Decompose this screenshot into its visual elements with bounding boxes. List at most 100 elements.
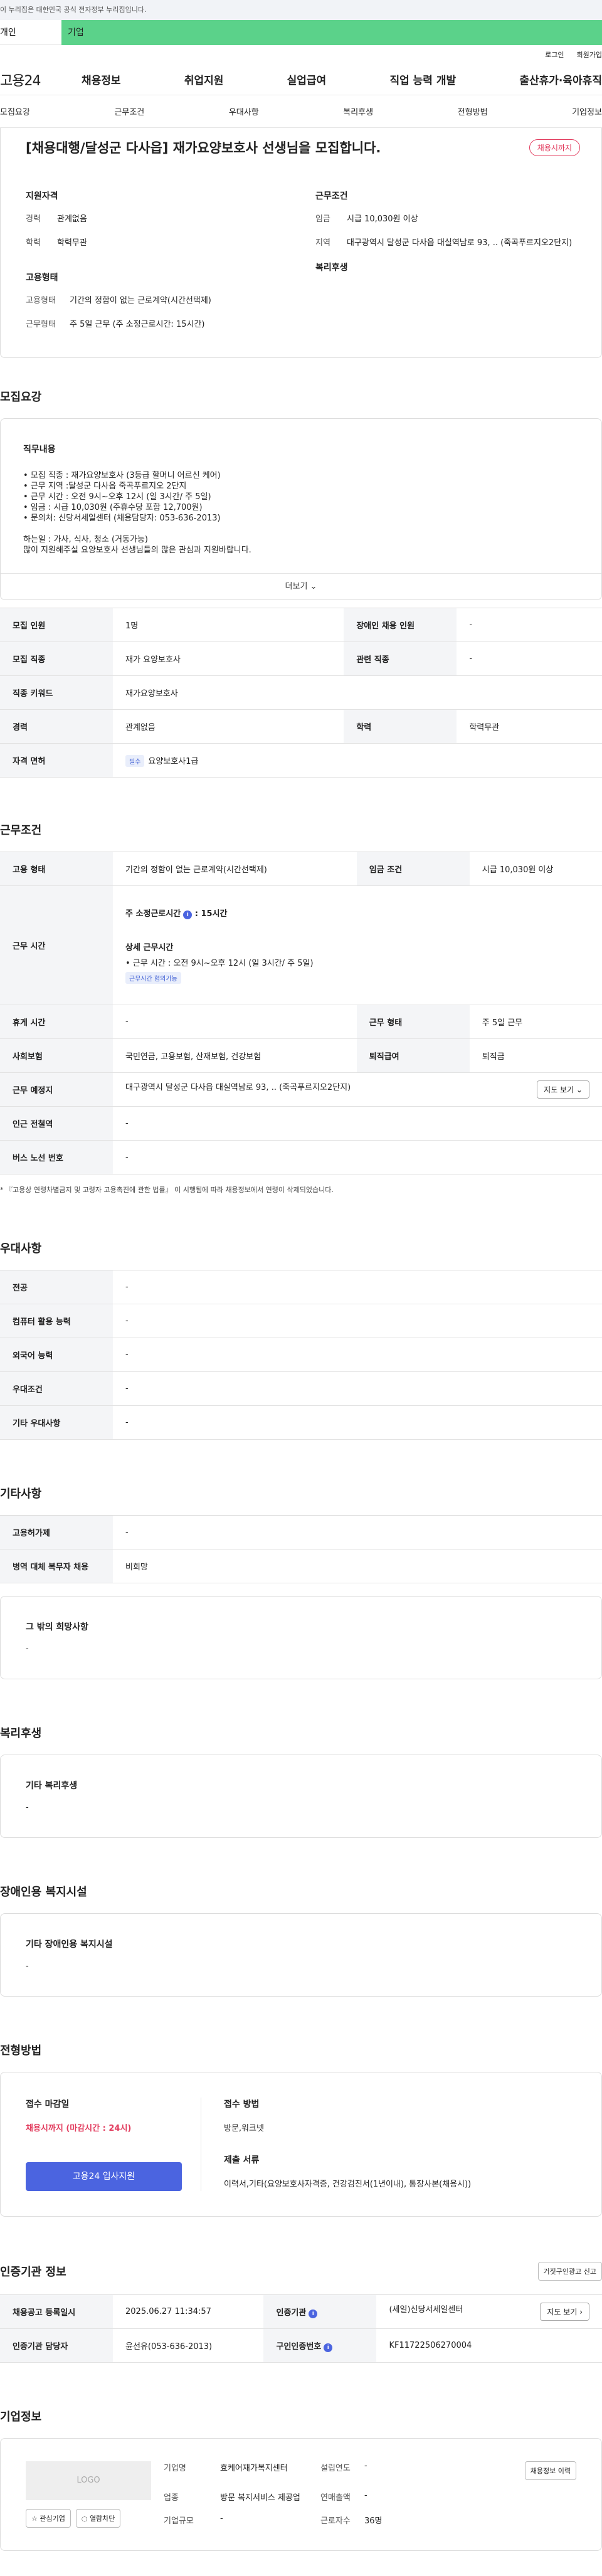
apply-button[interactable]: 고용24 입사지원 bbox=[26, 2162, 182, 2191]
info-icon[interactable]: i bbox=[183, 911, 193, 919]
staff-label: 근로자수 bbox=[320, 2516, 351, 2526]
emptype-label: 고용형태 bbox=[26, 296, 56, 305]
other-heading: 기타사항 bbox=[0, 1487, 42, 1501]
process-heading: 전형방법 bbox=[0, 2044, 42, 2057]
menu-vocational-training[interactable]: 직업 능력 개발 bbox=[389, 71, 456, 87]
duty-line: • 근무 시간 : 오전 9시~오후 12시 (일 3시간/ 주 5일) bbox=[23, 492, 211, 502]
license-value: 요양보호사1급 bbox=[148, 756, 199, 766]
tab-personal[interactable]: 개인 bbox=[0, 20, 61, 45]
info-icon[interactable]: i bbox=[309, 2309, 318, 2318]
table-row: 휴게 시간 - 근무 형태 주 5일 근무 bbox=[0, 1005, 602, 1039]
cell-value: 국민연금, 고용보험, 산재보험, 건강보험 bbox=[113, 1038, 357, 1073]
menu-parental-leave[interactable]: 출산휴가·육아휴직 bbox=[519, 71, 602, 87]
history-button[interactable]: 채용정보 이력 bbox=[524, 2461, 576, 2480]
cell-label: 인근 전철역 bbox=[0, 1106, 113, 1141]
table-row: 근무 예정지 대구광역시 달성군 다사읍 대실역남로 93, .. (죽곡푸르지오… bbox=[0, 1072, 602, 1107]
map-button[interactable]: 지도 보기 ⌄ bbox=[537, 1080, 589, 1099]
cell-value: 재가 요양보호사 bbox=[113, 641, 344, 676]
block-company-button[interactable]: ◌ 열람차단 bbox=[75, 2509, 121, 2528]
cell-value: - bbox=[113, 1338, 602, 1372]
founded-label: 설립연도 bbox=[320, 2464, 351, 2473]
cell-value: KF11722506270004 bbox=[376, 2328, 602, 2363]
cell-label: 임금 조건 bbox=[356, 852, 470, 886]
disabled-box-heading: 기타 장애인용 복지시설 bbox=[26, 1940, 113, 1950]
staff-value: 36명 bbox=[364, 2516, 383, 2526]
wish-heading: 그 밖의 희망사항 bbox=[26, 1622, 88, 1632]
duty-line: 하는일 : 가사, 식사, 청소 (거동가능) bbox=[23, 535, 148, 544]
site-logo[interactable]: 고용24 bbox=[0, 70, 82, 90]
subnav-welfare[interactable]: 복리후생 bbox=[343, 105, 373, 117]
hours-main: 주 소정근로시간 i : 15시간 bbox=[125, 907, 602, 919]
cell-label: 직종 키워드 bbox=[0, 675, 113, 710]
subnav-prefer[interactable]: 우대사항 bbox=[229, 105, 259, 117]
table-row: 자격 면허 필수 요양보호사1급 bbox=[0, 743, 602, 778]
method-heading: 접수 방법 bbox=[224, 2099, 260, 2109]
job-title: [채용대행/달성군 다사읍] 재가요양보호사 선생님을 모집합니다. bbox=[26, 140, 381, 156]
tab-business[interactable]: 기업 bbox=[61, 20, 602, 45]
founded-value: - bbox=[364, 2461, 367, 2471]
org-value: (세일)신당서세일센터 bbox=[389, 2305, 463, 2315]
cell-value: - bbox=[113, 1515, 602, 1549]
subnav-company[interactable]: 기업정보 bbox=[572, 105, 602, 117]
wage-value: 시급 10,030원 이상 bbox=[347, 214, 418, 224]
hours-main-value: : 15시간 bbox=[194, 909, 228, 919]
company-name-label: 기업명 bbox=[164, 2464, 186, 2473]
table-row: 병역 대체 복무자 채용 비희망 bbox=[0, 1549, 602, 1583]
duty-line: • 문의처: 신당서세일센터 (채용담당자: 053-636-2013) bbox=[23, 514, 221, 523]
subnav-process[interactable]: 전형방법 bbox=[458, 105, 488, 117]
info-icon[interactable]: i bbox=[324, 2343, 333, 2352]
welfare-box-heading: 기타 복리후생 bbox=[26, 1781, 78, 1791]
report-button[interactable]: 거짓구인광고 신고 bbox=[537, 2262, 602, 2281]
top-tabs: 개인 기업 bbox=[0, 20, 602, 45]
cell-label: 근무 형태 bbox=[356, 1005, 470, 1039]
cell-value: - bbox=[457, 608, 602, 642]
table-row: 고용허가제 - bbox=[0, 1515, 602, 1549]
cell-label: 버스 노선 번호 bbox=[0, 1140, 113, 1175]
table-row: 버스 노선 번호 - bbox=[0, 1140, 602, 1175]
cell-value: 주 5일 근무 bbox=[469, 1005, 602, 1039]
more-button[interactable]: 더보기 ⌄ bbox=[1, 573, 601, 599]
subnav-work[interactable]: 근무조건 bbox=[114, 105, 144, 117]
cell-label: 우대조건 bbox=[0, 1371, 113, 1406]
duty-line: 많이 지원해주실 요양보호사 선생님들의 많은 관심과 지원바랍니다. bbox=[23, 546, 251, 555]
hours-detail-heading: 상세 근무시간 bbox=[125, 943, 174, 953]
favorite-company-button[interactable]: ☆ 관심기업 bbox=[26, 2509, 71, 2528]
welfare-heading: 복리후생 bbox=[315, 263, 348, 273]
cell-label: 기타 우대사항 bbox=[0, 1405, 113, 1440]
section-nav: 모집요강 근무조건 우대사항 복리후생 전형방법 기업정보 bbox=[0, 95, 602, 128]
emptype-value: 기간의 정함이 없는 근로계약(시간선택제) bbox=[70, 296, 211, 305]
cell-value: 필수 요양보호사1급 bbox=[113, 743, 602, 778]
subnav-recruit[interactable]: 모집요강 bbox=[0, 105, 30, 117]
menu-jobs[interactable]: 채용정보 bbox=[82, 71, 121, 87]
deadline-heading: 접수 마감일 bbox=[26, 2099, 70, 2109]
cell-label: 구인인증번호 i bbox=[263, 2328, 377, 2363]
signup-link[interactable]: 회원가입 bbox=[577, 50, 602, 60]
login-link[interactable]: 로그인 bbox=[545, 50, 564, 60]
qualification-heading: 지원자격 bbox=[26, 191, 58, 201]
utility-links: 로그인 회원가입 bbox=[0, 45, 602, 64]
cell-value: - bbox=[113, 1005, 357, 1039]
cell-value: - bbox=[113, 1106, 602, 1141]
welfare-box-value: - bbox=[26, 1803, 29, 1812]
industry-label: 업종 bbox=[164, 2493, 179, 2503]
other-table: 고용허가제 - 병역 대체 복무자 채용 비희망 bbox=[0, 1515, 602, 1583]
duty-line: • 모집 직종 : 재가요양보호사 (3등급 할머니 어르신 케어) bbox=[23, 471, 221, 480]
table-row: 우대조건 - bbox=[0, 1371, 602, 1406]
job-summary-card: [채용대행/달성군 다사읍] 재가요양보호사 선생님을 모집합니다. 채용시까지… bbox=[0, 128, 602, 358]
cell-label: 휴게 시간 bbox=[0, 1005, 113, 1039]
menu-employment-support[interactable]: 취업지원 bbox=[184, 71, 224, 87]
cert-map-button[interactable]: 지도 보기 › bbox=[540, 2303, 589, 2321]
table-row: 모집 직종 재가 요양보호사 관련 직종 - bbox=[0, 641, 602, 676]
cell-label: 퇴직급여 bbox=[356, 1038, 470, 1073]
cell-value: 퇴직금 bbox=[469, 1038, 602, 1073]
worktype-label: 근무형태 bbox=[26, 320, 56, 329]
size-value: - bbox=[220, 2513, 223, 2523]
cell-label: 관련 직종 bbox=[344, 641, 457, 676]
table-row: 사회보험 국민연금, 고용보험, 산재보험, 건강보험 퇴직급여 퇴직금 bbox=[0, 1038, 602, 1073]
global-nav: 고용24 채용정보 취업지원 실업급여 직업 능력 개발 출산휴가·육아휴직 bbox=[0, 64, 602, 95]
duty-line: • 임금 : 시급 10,030원 (주휴수당 포함 12,700원) bbox=[23, 503, 203, 512]
disabled-box-value: - bbox=[26, 1961, 29, 1971]
menu-unemployment-benefit[interactable]: 실업급여 bbox=[287, 71, 327, 87]
table-row: 경력 관계없음 학력 학력무관 bbox=[0, 709, 602, 744]
place-value: 대구광역시 달성군 다사읍 대실역남로 93, .. (죽곡푸르지오2단지) bbox=[125, 1083, 351, 1092]
